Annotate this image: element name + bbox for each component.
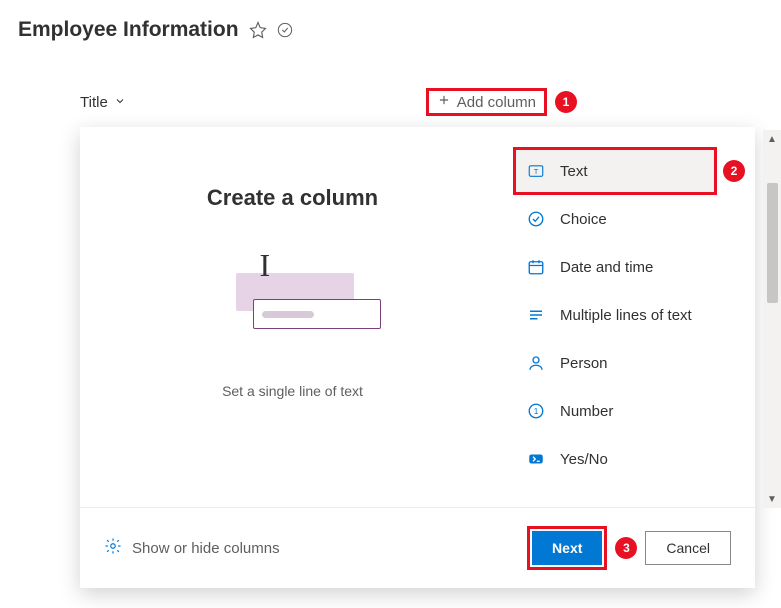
column-type-person[interactable]: Person	[513, 339, 745, 387]
add-column-label: Add column	[457, 94, 536, 111]
check-circle-icon	[277, 22, 293, 38]
show-hide-columns-link[interactable]: Show or hide columns	[104, 537, 280, 559]
column-type-label: Multiple lines of text	[560, 307, 692, 324]
show-hide-columns-label: Show or hide columns	[132, 540, 280, 557]
scroll-track[interactable]	[763, 148, 781, 490]
next-button-label: Next	[552, 540, 582, 556]
create-column-panel: Create a column I Set a single line of t…	[80, 127, 755, 588]
multiline-type-icon	[526, 305, 546, 325]
yesno-type-icon	[526, 449, 546, 469]
scroll-down-arrow-icon[interactable]: ▼	[763, 490, 781, 508]
column-type-datetime[interactable]: Date and time	[513, 243, 745, 291]
svg-text:1: 1	[534, 407, 539, 416]
chevron-down-icon	[114, 94, 126, 111]
plus-icon	[437, 93, 451, 111]
column-type-label: Choice	[560, 211, 607, 228]
vertical-scrollbar[interactable]: ▲ ▼	[763, 130, 781, 508]
panel-heading: Create a column	[207, 185, 378, 211]
cancel-button-label: Cancel	[666, 540, 710, 556]
person-type-icon	[526, 353, 546, 373]
panel-footer: Show or hide columns Next 3 Cancel	[80, 507, 755, 588]
scroll-thumb[interactable]	[767, 183, 778, 303]
choice-type-icon	[526, 209, 546, 229]
page-header: Employee Information	[0, 0, 781, 52]
column-type-choice[interactable]: Choice	[513, 195, 745, 243]
annotation-2: 2	[723, 160, 745, 182]
column-type-multiline[interactable]: Multiple lines of text	[513, 291, 745, 339]
number-type-icon: 1	[526, 401, 546, 421]
calendar-type-icon	[526, 257, 546, 277]
add-column-button[interactable]: Add column	[426, 88, 547, 116]
column-header-title[interactable]: Title	[80, 94, 126, 111]
text-cursor-icon: I	[260, 247, 271, 284]
panel-preview: Create a column I Set a single line of t…	[80, 127, 505, 507]
next-button[interactable]: Next	[532, 531, 602, 565]
annotation-1: 1	[555, 91, 577, 113]
column-type-label: Text	[560, 163, 588, 180]
list-column-headers: Title Add column 1	[0, 52, 781, 128]
column-type-number[interactable]: 1 Number	[513, 387, 745, 435]
column-type-label: Number	[560, 403, 613, 420]
text-type-icon: T	[526, 161, 546, 181]
cancel-button[interactable]: Cancel	[645, 531, 731, 565]
column-type-list: T Text 2 Choice Date and time	[505, 127, 755, 507]
column-type-label: Person	[560, 355, 608, 372]
panel-subheading: Set a single line of text	[222, 383, 363, 399]
svg-text:T: T	[534, 167, 539, 176]
next-button-highlight: Next	[527, 526, 607, 570]
text-column-illustration: I	[208, 253, 378, 343]
column-type-text[interactable]: T Text	[513, 147, 717, 195]
column-type-yesno[interactable]: Yes/No	[513, 435, 745, 483]
gear-icon	[104, 537, 122, 559]
column-type-label: Date and time	[560, 259, 653, 276]
column-type-label: Yes/No	[560, 451, 608, 468]
annotation-3: 3	[615, 537, 637, 559]
column-header-label: Title	[80, 94, 108, 111]
favorite-star-icon[interactable]	[249, 21, 267, 39]
scroll-up-arrow-icon[interactable]: ▲	[763, 130, 781, 148]
page-title: Employee Information	[18, 18, 239, 42]
